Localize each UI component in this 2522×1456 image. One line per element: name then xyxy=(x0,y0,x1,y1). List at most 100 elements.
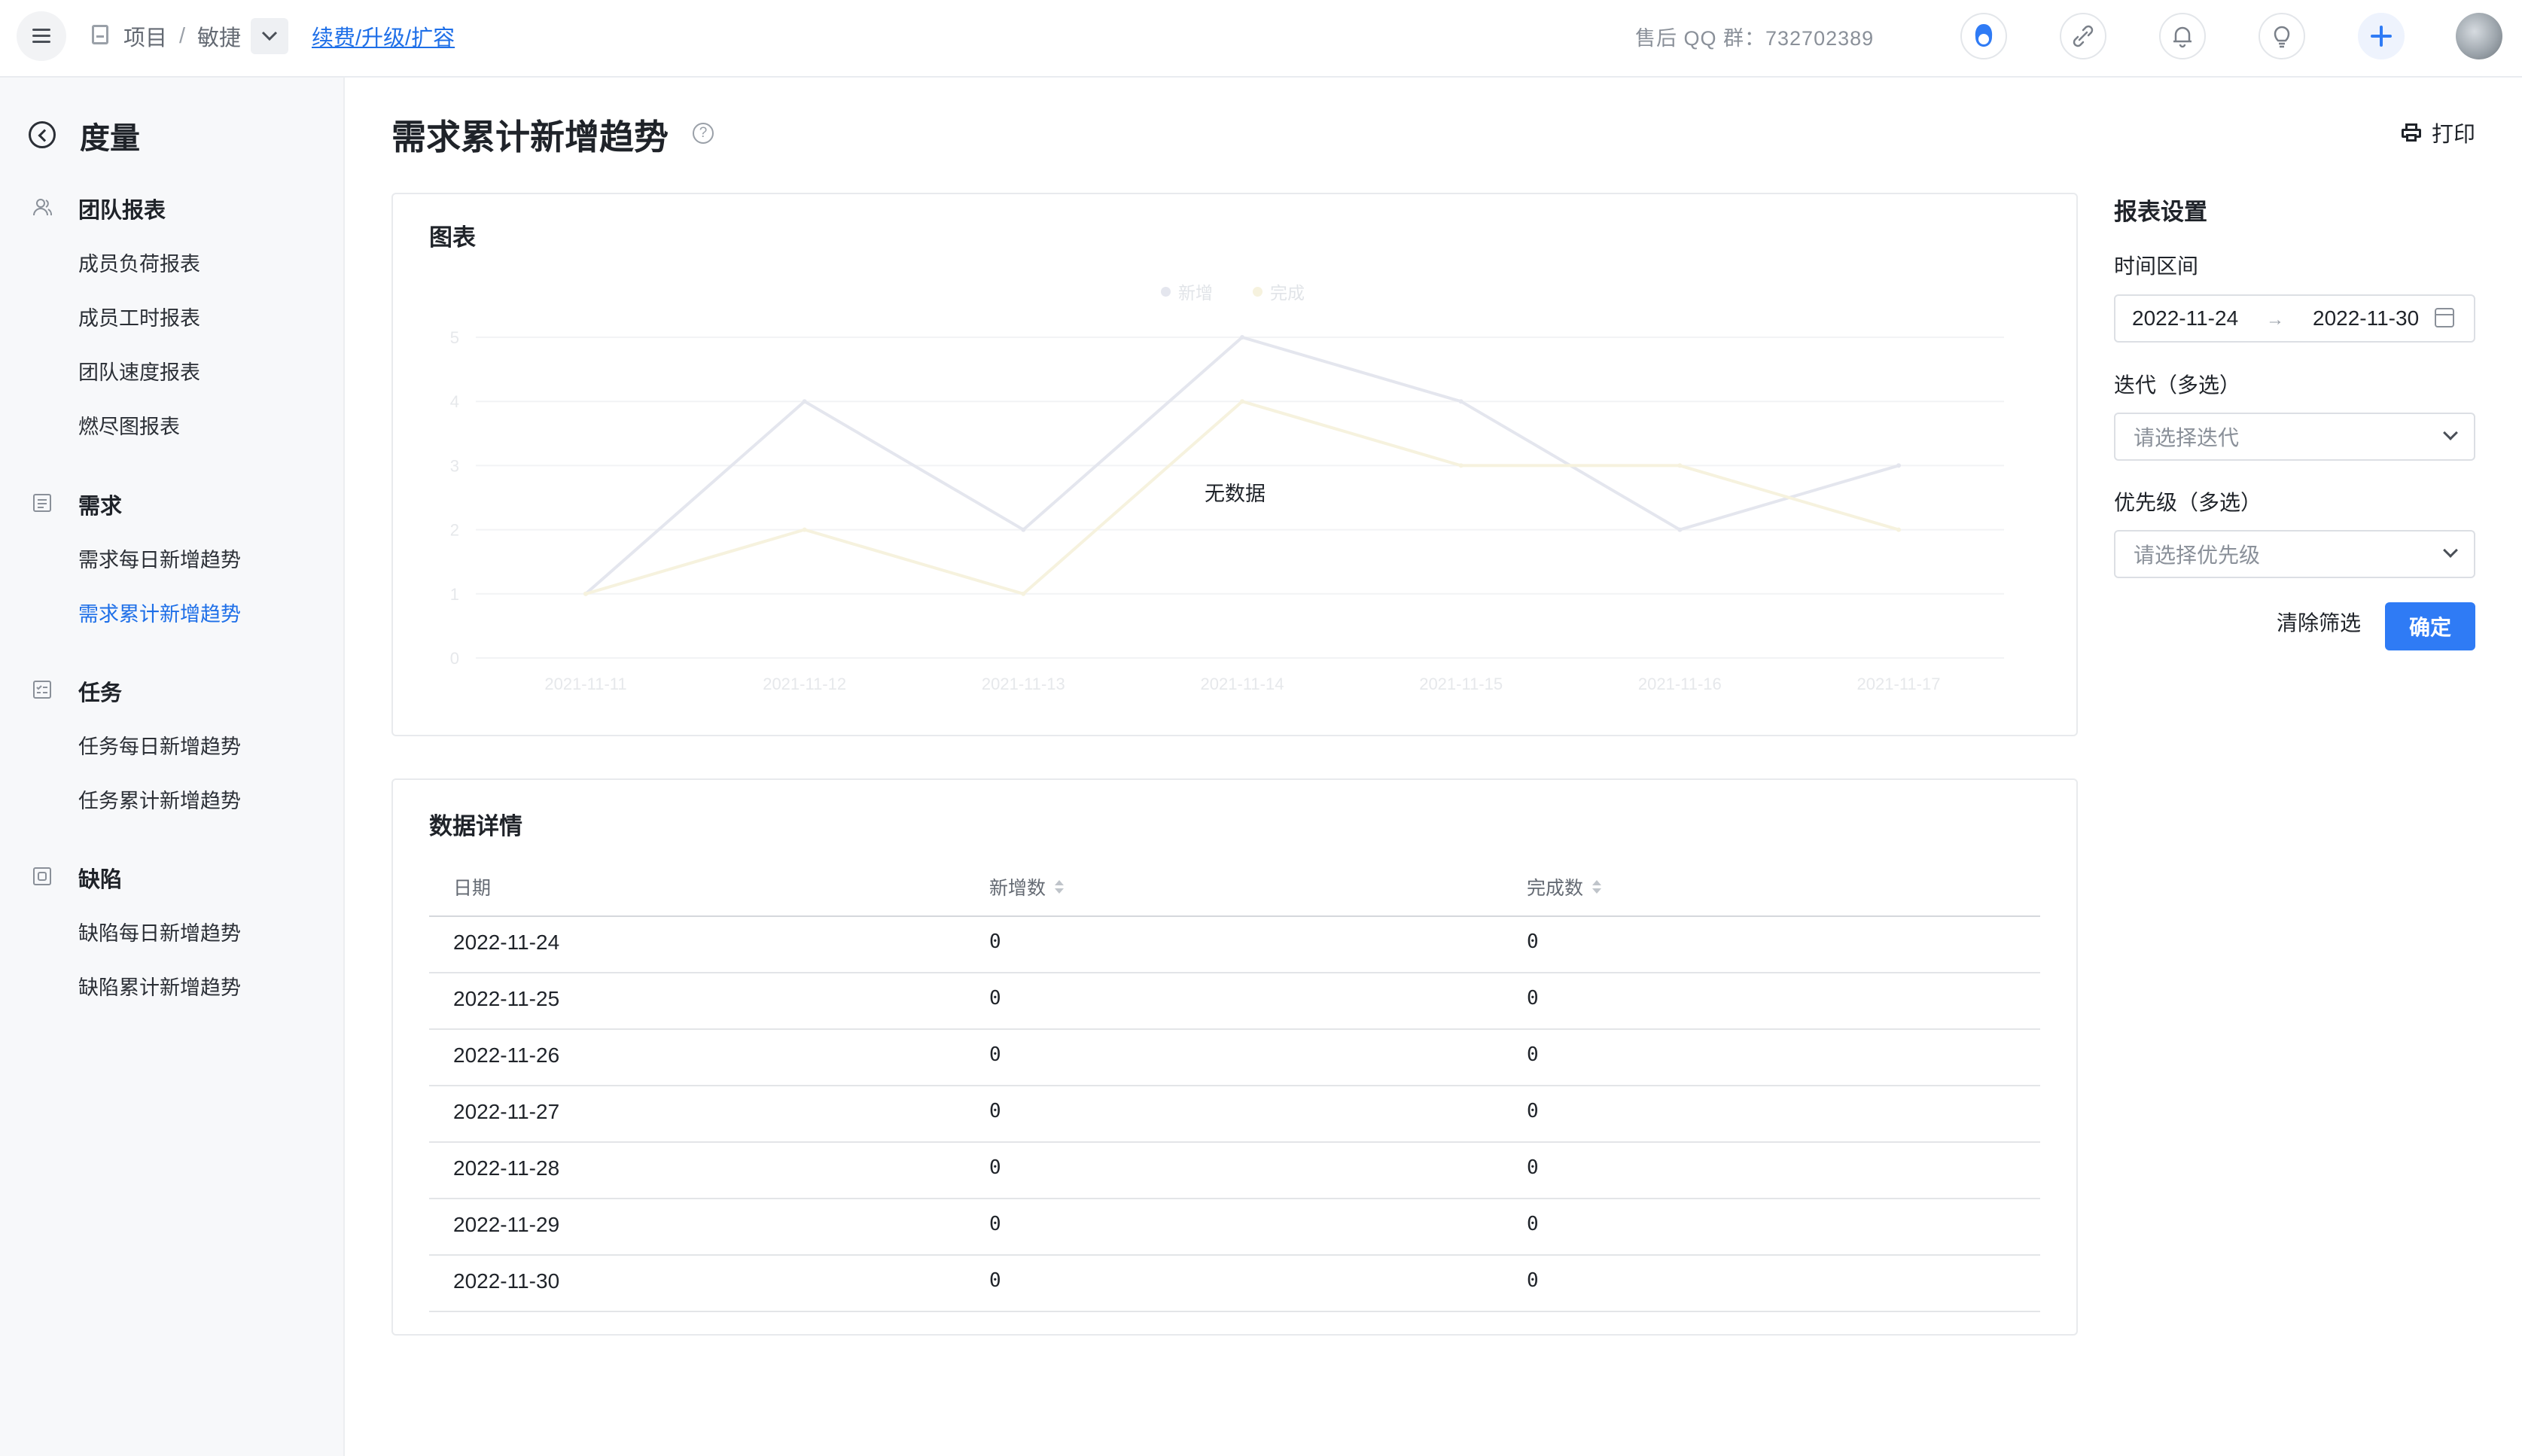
date-start[interactable]: 2022-11-24 xyxy=(2132,296,2238,341)
bell-icon[interactable] xyxy=(2159,13,2206,59)
cell-done: 0 xyxy=(1527,1269,1539,1292)
data-point xyxy=(1021,591,1026,596)
iteration-label: 迭代（多选） xyxy=(2114,373,2241,397)
bug-icon xyxy=(33,867,51,885)
add-icon[interactable] xyxy=(2358,13,2405,59)
cell-added: 0 xyxy=(989,1100,1001,1122)
data-point xyxy=(1896,463,1901,468)
cell-added: 0 xyxy=(989,987,1001,1010)
cell-done: 0 xyxy=(1527,987,1539,1010)
sort-icon[interactable] xyxy=(1592,879,1602,895)
nav-task-daily[interactable]: 任务每日新增趋势 xyxy=(78,730,241,760)
settings-title: 报表设置 xyxy=(2114,199,2207,225)
data-point xyxy=(1021,527,1026,532)
table-header-divider xyxy=(429,915,2040,917)
renew-link[interactable]: 续费/升级/扩容 xyxy=(312,0,455,72)
sidebar-title: 度量 xyxy=(80,122,140,155)
nav-req-cumulative[interactable]: 需求累计新增趋势 xyxy=(78,598,241,627)
column-header-added[interactable]: 新增数 xyxy=(989,873,1065,900)
nav-member-hours[interactable]: 成员工时报表 xyxy=(78,302,200,331)
avatar[interactable] xyxy=(2456,13,2502,59)
time-range-label: 时间区间 xyxy=(2114,254,2199,278)
data-detail-card: 数据详情 xyxy=(391,778,2078,1336)
data-point xyxy=(802,527,807,532)
date-range-picker[interactable]: 2022-11-24 → 2022-11-30 xyxy=(2114,294,2475,343)
cell-date: 2022-11-27 xyxy=(453,1100,560,1123)
group-requirements: 需求 xyxy=(78,495,123,519)
x-tick-label: 2021-11-15 xyxy=(1419,675,1503,693)
arrow-right-icon: → xyxy=(2266,309,2284,330)
x-tick-label: 2021-11-11 xyxy=(544,675,626,693)
data-point xyxy=(1458,463,1464,468)
breadcrumb-team[interactable]: 敏捷 xyxy=(197,0,241,72)
column-header-added-label: 新增数 xyxy=(989,878,1046,899)
lightbulb-icon[interactable] xyxy=(2259,13,2305,59)
cell-date: 2022-11-25 xyxy=(453,987,560,1010)
nav-defect-cumulative[interactable]: 缺陷累计新增趋势 xyxy=(78,971,241,1001)
date-end[interactable]: 2022-11-30 xyxy=(2313,296,2419,341)
page-title: 需求累计新增趋势 xyxy=(391,117,669,157)
requirement-icon xyxy=(33,494,51,512)
menu-icon[interactable] xyxy=(17,11,66,61)
data-detail-title: 数据详情 xyxy=(429,813,522,839)
y-tick-label: 0 xyxy=(450,649,459,668)
breadcrumb-project[interactable]: 项目 xyxy=(123,0,167,72)
chevron-down-icon xyxy=(2443,425,2458,440)
cell-date: 2022-11-29 xyxy=(453,1213,560,1236)
table-row-divider xyxy=(429,1198,2040,1199)
no-data-text: 无数据 xyxy=(1205,483,1266,505)
clear-filter-button[interactable]: 清除筛选 xyxy=(2277,607,2361,637)
line-chart: 0 1 2 3 4 5 2021-11-11 2021-11-12 2021-11-13 2021… xyxy=(450,328,2004,693)
cell-done: 0 xyxy=(1527,1156,1539,1179)
table-row-divider xyxy=(429,1085,2040,1086)
table-row-divider xyxy=(429,1141,2040,1143)
cell-done: 0 xyxy=(1527,1213,1539,1235)
sidebar: 度量 团队报表 成员负荷报表 成员工时报表 团队速度报表 燃尽图报表 需求 需求… xyxy=(0,78,345,1456)
column-header-done-label: 完成数 xyxy=(1527,878,1584,899)
column-header-done[interactable]: 完成数 xyxy=(1527,873,1602,900)
chevron-down-icon xyxy=(2443,543,2458,558)
data-point xyxy=(1677,527,1683,532)
data-point xyxy=(1677,463,1683,468)
nav-task-cumulative[interactable]: 任务累计新增趋势 xyxy=(78,784,241,814)
cell-done: 0 xyxy=(1527,931,1539,953)
cell-added: 0 xyxy=(989,1269,1001,1292)
data-point xyxy=(1240,399,1244,404)
team-switch-button[interactable] xyxy=(251,18,288,54)
iteration-select[interactable]: 请选择迭代 xyxy=(2114,413,2475,461)
print-button[interactable]: 打印 xyxy=(2402,117,2475,148)
link-icon[interactable] xyxy=(2060,13,2106,59)
back-icon[interactable] xyxy=(29,121,56,148)
chevron-down-icon xyxy=(261,31,278,41)
iteration-placeholder: 请选择迭代 xyxy=(2134,426,2240,449)
data-point xyxy=(802,399,807,404)
breadcrumb-separator: / xyxy=(179,23,186,48)
nav-burndown[interactable]: 燃尽图报表 xyxy=(78,410,180,440)
x-tick-label: 2021-11-13 xyxy=(982,675,1065,693)
help-icon[interactable]: ? xyxy=(693,123,714,144)
data-point xyxy=(1240,335,1244,340)
support-icon[interactable] xyxy=(1960,13,2007,59)
y-tick-label: 3 xyxy=(450,456,459,475)
project-icon xyxy=(92,25,108,44)
nav-defect-daily[interactable]: 缺陷每日新增趋势 xyxy=(78,917,241,946)
nav-member-load[interactable]: 成员负荷报表 xyxy=(78,248,200,277)
table-row-divider xyxy=(429,1254,2040,1256)
group-tasks: 任务 xyxy=(78,681,123,705)
group-defects: 缺陷 xyxy=(78,868,123,892)
data-point xyxy=(583,591,588,596)
priority-placeholder: 请选择优先级 xyxy=(2134,544,2261,567)
sort-icon[interactable] xyxy=(1055,879,1065,895)
top-bar: 项目 / 敏捷 续费/升级/扩容 售后 QQ 群：732702389 xyxy=(0,0,2522,78)
table-row-divider xyxy=(429,972,2040,973)
printer-icon xyxy=(2402,123,2421,142)
nav-req-daily[interactable]: 需求每日新增趋势 xyxy=(78,544,241,573)
qq-group-text: 售后 QQ 群：732702389 xyxy=(1635,26,1875,50)
confirm-button[interactable]: 确定 xyxy=(2385,602,2475,650)
priority-label: 优先级（多选） xyxy=(2114,491,2262,514)
calendar-icon[interactable] xyxy=(2435,308,2454,327)
nav-team-velocity[interactable]: 团队速度报表 xyxy=(78,356,200,385)
y-tick-label: 1 xyxy=(450,585,459,604)
priority-select[interactable]: 请选择优先级 xyxy=(2114,530,2475,578)
task-icon xyxy=(33,681,51,699)
